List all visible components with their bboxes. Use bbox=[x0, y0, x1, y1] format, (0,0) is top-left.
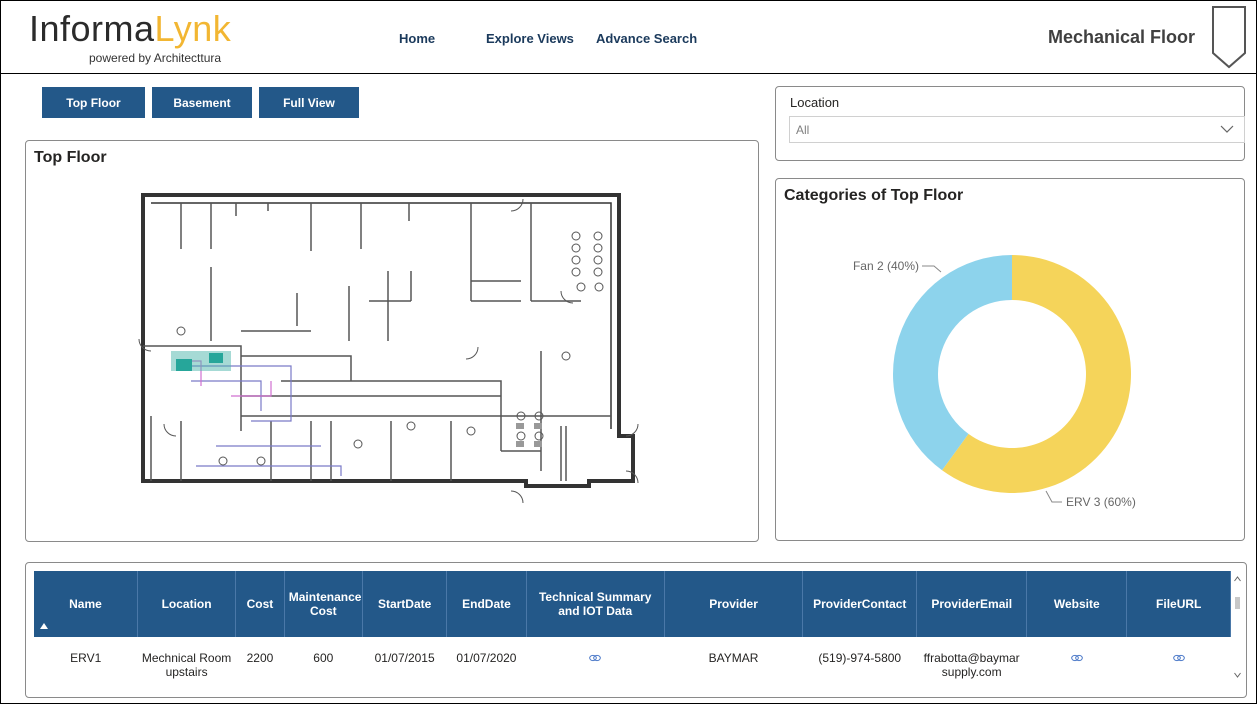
cell-provider: BAYMAR bbox=[708, 651, 759, 665]
shield-icon[interactable] bbox=[1207, 5, 1251, 71]
location-slicer: Location All bbox=[775, 86, 1245, 161]
column-header-name[interactable]: Name bbox=[34, 571, 138, 637]
link-icon[interactable] bbox=[1172, 654, 1185, 662]
column-header-end-date[interactable]: EndDate bbox=[446, 571, 527, 637]
column-header-label: Name bbox=[69, 597, 102, 611]
cell-technical-summary bbox=[526, 637, 664, 679]
chevron-down-icon[interactable] bbox=[1220, 124, 1234, 134]
table-header-row: Name Location Cost Maintenance Cost Star… bbox=[34, 571, 1231, 637]
column-header-file-url[interactable]: FileURL bbox=[1126, 571, 1231, 637]
column-header-provider-email[interactable]: ProviderEmail bbox=[916, 571, 1028, 637]
column-header-technical-summary[interactable]: Technical Summary and IOT Data bbox=[526, 571, 665, 637]
nav-advance-search[interactable]: Advance Search bbox=[596, 31, 697, 46]
table-row: ERV1 Mechnical Room upstairs 2200 600 01… bbox=[34, 637, 1231, 679]
donut-slice[interactable] bbox=[893, 255, 1012, 471]
cell-cost: 2200 bbox=[246, 651, 274, 665]
location-dropdown[interactable]: All bbox=[789, 116, 1245, 143]
floorplan-image[interactable] bbox=[121, 181, 641, 521]
column-header-cost[interactable]: Cost bbox=[235, 571, 285, 637]
equipment-table: Name Location Cost Maintenance Cost Star… bbox=[34, 571, 1231, 679]
nav-home[interactable]: Home bbox=[399, 31, 435, 46]
label-leader-line bbox=[922, 265, 942, 273]
location-label: Location bbox=[790, 95, 840, 110]
cell-maintenance-cost: 600 bbox=[313, 651, 334, 665]
column-header-website[interactable]: Website bbox=[1026, 571, 1128, 637]
cell-start-date: 01/07/2015 bbox=[374, 651, 435, 665]
link-icon[interactable] bbox=[1070, 654, 1083, 662]
brand-name: InformaLynk bbox=[29, 7, 231, 51]
label-leader-line bbox=[1045, 490, 1062, 503]
brand-tagline: powered by Architecttura bbox=[89, 51, 222, 65]
basement-button[interactable]: Basement bbox=[152, 87, 252, 118]
page-heading: Mechanical Floor bbox=[1048, 27, 1196, 47]
donut-chart[interactable]: Fan 2 (40%) ERV 3 (60%) bbox=[776, 179, 1244, 540]
cell-file-url bbox=[1127, 637, 1231, 679]
location-selected-value: All bbox=[796, 123, 810, 137]
column-header-start-date[interactable]: StartDate bbox=[362, 571, 448, 637]
brand-logo[interactable]: InformaLynk powered by Architecttura bbox=[29, 7, 269, 67]
column-header-provider[interactable]: Provider bbox=[664, 571, 804, 637]
cell-website bbox=[1027, 637, 1127, 679]
equipment-table-panel: Name Location Cost Maintenance Cost Star… bbox=[25, 562, 1247, 698]
categories-chart-panel: Categories of Top Floor Fan 2 (40%) ERV 3… bbox=[775, 178, 1245, 541]
donut-slice-label: Fan 2 (40%) bbox=[853, 259, 919, 273]
top-floor-button[interactable]: Top Floor bbox=[42, 87, 145, 118]
brand-name-part2: Lynk bbox=[154, 8, 232, 49]
column-header-maintenance-cost[interactable]: Maintenance Cost bbox=[284, 571, 363, 637]
floorplan-title: Top Floor bbox=[34, 149, 107, 166]
cell-location: Mechnical Room upstairs bbox=[141, 651, 232, 679]
nav-explore-views[interactable]: Explore Views bbox=[486, 31, 574, 46]
cell-end-date: 01/07/2020 bbox=[456, 651, 517, 665]
donut-slice-label: ERV 3 (60%) bbox=[1066, 495, 1136, 509]
link-icon[interactable] bbox=[589, 654, 602, 662]
floorplan-panel: Top Floor bbox=[25, 140, 759, 542]
app-header: InformaLynk powered by Architecttura Hom… bbox=[0, 0, 1257, 74]
column-header-location[interactable]: Location bbox=[137, 571, 237, 637]
brand-name-part1: Informa bbox=[29, 8, 155, 49]
sort-ascending-icon[interactable] bbox=[40, 623, 48, 629]
full-view-button[interactable]: Full View bbox=[259, 87, 359, 118]
cell-provider-contact: (519)-974-5800 bbox=[818, 651, 902, 665]
table-scrollbar[interactable] bbox=[1233, 573, 1242, 683]
cell-provider-email: ffrabotta@baymarsupply.com bbox=[923, 651, 1020, 679]
column-header-provider-contact[interactable]: ProviderContact bbox=[802, 571, 918, 637]
cell-name: ERV1 bbox=[70, 651, 102, 665]
